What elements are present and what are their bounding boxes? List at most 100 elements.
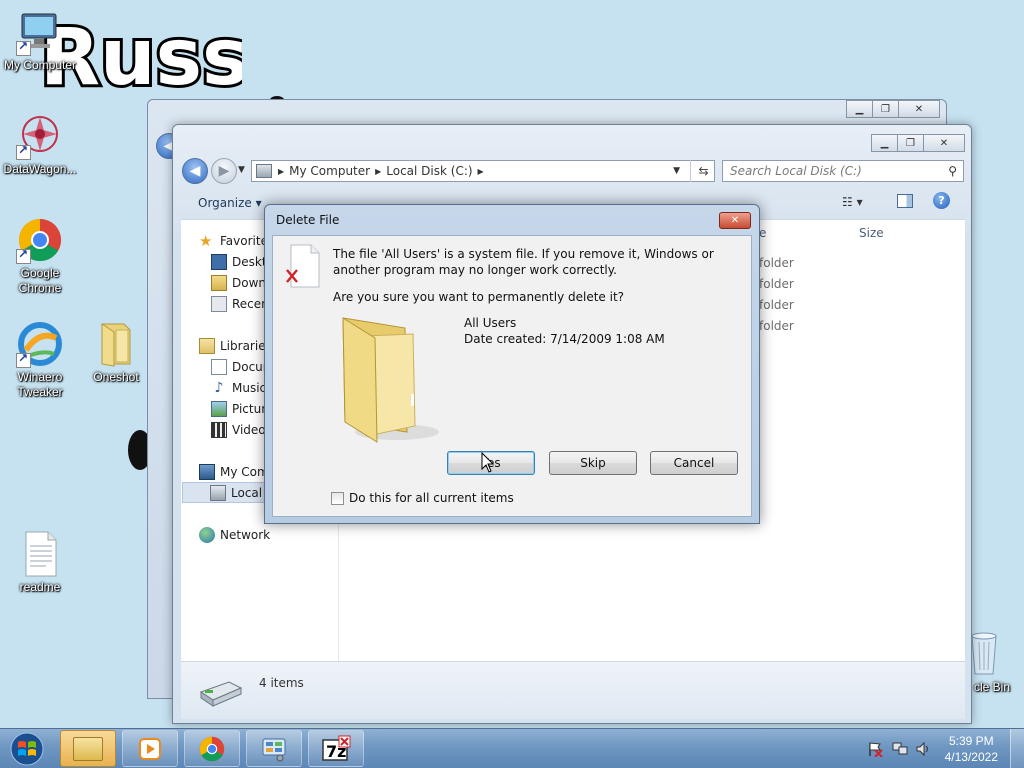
desktop-icon-readme[interactable]: readme — [0, 530, 80, 595]
desktop-icon-my-computer[interactable]: My Computer — [0, 8, 80, 73]
taskbar-explorer-button[interactable] — [60, 730, 116, 767]
recent-pages-dropdown-icon[interactable]: ▼ — [238, 165, 245, 175]
file-type-cell: folder — [759, 298, 794, 312]
cancel-button[interactable]: Cancel — [650, 451, 738, 475]
drive-icon — [210, 484, 226, 501]
checkbox-label: Do this for all current items — [349, 491, 514, 505]
dialog-body: The file 'All Users' is a system file. I… — [272, 235, 752, 517]
7zip-icon: 7z — [322, 735, 351, 761]
taskbar: 7z 5:39 PM 4/13/2022 — [0, 728, 1024, 768]
refresh-button[interactable]: ⇆ — [690, 160, 716, 182]
text-file-icon — [16, 530, 64, 578]
minimize-button[interactable]: ▁ — [871, 134, 898, 152]
close-button[interactable]: ✕ — [923, 134, 965, 152]
maximize-button[interactable]: ❐ — [897, 134, 924, 152]
action-center-flag-icon[interactable] — [867, 741, 883, 757]
organize-button[interactable]: Organize ▾ — [198, 196, 262, 210]
music-icon: ♪ — [214, 379, 224, 396]
address-bar[interactable]: ▶ My Computer ▶ Local Disk (C:) ▶ ▼ — [251, 160, 715, 182]
downloads-icon — [211, 274, 227, 291]
desktop-icon-label: My Computer — [3, 58, 77, 72]
search-placeholder: Search Local Disk (C:) — [730, 164, 862, 178]
desktop-icon-label: Winaero Tweaker — [17, 370, 63, 399]
star-icon: ★ — [199, 231, 213, 250]
desktop-icon-label: Oneshot — [93, 370, 139, 384]
dialog-message: The file 'All Users' is a system file. I… — [333, 247, 714, 277]
column-header-type[interactable]: e — [759, 226, 766, 240]
desktop-icon-label: DataWagon... — [3, 162, 77, 176]
volume-icon[interactable] — [915, 741, 931, 757]
drive-icon — [199, 681, 243, 707]
recent-places-icon — [211, 295, 227, 312]
libraries-icon — [199, 337, 215, 354]
dialog-title: Delete File — [276, 213, 340, 227]
chrome-icon — [199, 736, 225, 761]
chrome-icon — [16, 216, 64, 264]
status-item-count: 4 items — [259, 676, 304, 690]
file-type-cell: folder — [759, 277, 794, 291]
clock-time: 5:39 PM — [948, 734, 994, 748]
breadcrumb-my-computer[interactable]: My Computer — [289, 164, 370, 178]
dialog-close-button[interactable]: ✕ — [719, 212, 751, 229]
taskbar-chrome-button[interactable] — [184, 730, 240, 767]
desktop-icon-oneshot[interactable]: Oneshot — [76, 320, 156, 385]
forward-button[interactable]: ▶ — [211, 158, 237, 184]
desktop-icon-label: Google Chrome — [18, 266, 62, 295]
views-button[interactable]: ☷ ▾ — [842, 195, 863, 209]
do-this-for-all-checkbox[interactable] — [331, 491, 344, 505]
search-input[interactable]: Search Local Disk (C:) ⚲ — [722, 160, 964, 182]
media-player-icon — [139, 737, 161, 760]
desktop-icon-winaero-tweaker[interactable]: Winaero Tweaker — [0, 320, 80, 400]
delete-file-dialog[interactable]: Delete File ✕ The file 'All Users' is a … — [264, 204, 760, 524]
taskbar-control-panel-button[interactable] — [246, 730, 302, 767]
desktop-icon-google-chrome[interactable]: Google Chrome — [0, 216, 80, 296]
control-panel-icon — [262, 738, 286, 761]
file-type-cell: folder — [759, 319, 794, 333]
details-pane: 4 items — [181, 661, 965, 719]
dialog-item-date: Date created: 7/14/2009 1:08 AM — [464, 332, 665, 346]
network-icon — [199, 526, 215, 543]
clock-date: 4/13/2022 — [944, 750, 998, 764]
dialog-item-name: All Users — [464, 316, 517, 330]
network-status-icon[interactable] — [892, 741, 908, 757]
chevron-right-icon[interactable]: ▶ — [375, 167, 381, 176]
do-this-for-all-checkbox-row[interactable]: Do this for all current items — [331, 491, 514, 505]
column-header-size[interactable]: Size — [859, 226, 884, 240]
desktop-icon — [211, 253, 227, 270]
pictures-icon — [211, 400, 227, 417]
datawagon-icon — [16, 112, 64, 160]
breadcrumb-local-disk[interactable]: Local Disk (C:) — [386, 164, 472, 178]
close-button[interactable]: ✕ — [898, 100, 940, 118]
search-icon: ⚲ — [948, 164, 957, 178]
help-icon[interactable]: ? — [933, 192, 950, 209]
system-file-warning-icon — [286, 244, 320, 288]
desktop: Russa My Computer DataWagon... — [0, 0, 1024, 728]
folder-icon — [73, 736, 103, 761]
taskbar-media-player-button[interactable] — [122, 730, 178, 767]
desktop-icon-datawagon[interactable]: DataWagon... — [0, 112, 80, 177]
show-desktop-button[interactable] — [1010, 729, 1024, 768]
window-caption-buttons: ▁ ❐ ✕ — [846, 100, 940, 118]
start-button[interactable] — [4, 731, 50, 767]
maximize-button[interactable]: ❐ — [872, 100, 899, 118]
system-clock[interactable]: 5:39 PM 4/13/2022 — [945, 733, 998, 765]
drive-icon — [256, 164, 272, 178]
file-type-cell: folder — [759, 256, 794, 270]
folder-icon — [342, 317, 439, 443]
chevron-right-icon[interactable]: ▶ — [278, 167, 284, 176]
dialog-question: Are you sure you want to permanently del… — [333, 290, 625, 304]
documents-icon — [211, 358, 227, 375]
skip-button[interactable]: Skip — [549, 451, 637, 475]
back-button[interactable]: ◀ — [182, 158, 208, 184]
videos-icon — [211, 421, 227, 438]
chevron-right-icon[interactable]: ▶ — [478, 167, 484, 176]
taskbar-7zip-button[interactable]: 7z — [308, 730, 364, 767]
address-dropdown-icon[interactable]: ▼ — [673, 166, 680, 176]
computer-icon — [199, 463, 215, 480]
nav-item-network[interactable]: Network — [199, 524, 349, 545]
computer-icon — [16, 8, 64, 56]
preview-pane-button[interactable] — [897, 194, 913, 208]
minimize-button[interactable]: ▁ — [846, 100, 873, 118]
desktop-icon-label: readme — [19, 580, 61, 594]
window-caption-buttons: ▁ ❐ ✕ — [871, 134, 965, 152]
